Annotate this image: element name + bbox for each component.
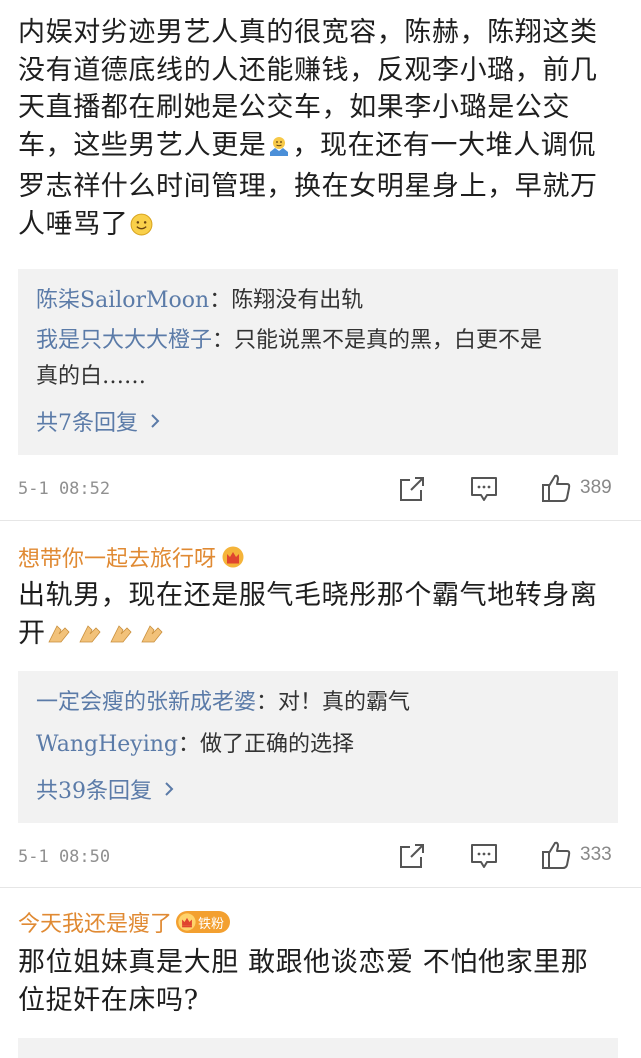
- comment-author[interactable]: 今天我还是瘦了 铁粉: [18, 906, 231, 938]
- comment-text: 内娱对劣迹男艺人真的很宽容，陈赫，陈翔这类 没有道德底线的人还能赚钱，反观李小璐…: [18, 14, 624, 247]
- reply-box[interactable]: [18, 1038, 618, 1058]
- chevron-right-icon: [165, 782, 174, 796]
- fan-badge-label: 铁粉: [198, 916, 225, 932]
- chevron-right-icon: [151, 414, 160, 428]
- reply-username[interactable]: 一定会瘦的张新成老婆: [36, 690, 256, 715]
- comment-time: 5-1 08:52: [18, 479, 111, 499]
- like-button[interactable]: 333: [540, 839, 612, 871]
- reply-username[interactable]: WangHeying: [36, 732, 178, 757]
- more-replies-link[interactable]: 共39条回复: [36, 773, 174, 805]
- comment-text-line: 没有道德底线的人还能赚钱，反观李小璐，前几: [18, 54, 598, 86]
- reply-box[interactable]: 陈柒SailorMoon：陈翔没有出轨 我是只大大大橙子：只能说黑不是真的黑，白…: [18, 269, 618, 455]
- comment-time: 5-1 08:50: [18, 847, 111, 867]
- author-name[interactable]: 想带你一起去旅行呀: [18, 541, 216, 573]
- more-replies-link[interactable]: 共7条回复: [36, 405, 160, 437]
- reply-separator: ：: [209, 288, 232, 313]
- comment-text-line: 位捉奸在床吗?: [18, 984, 199, 1016]
- reply-username[interactable]: 陈柒SailorMoon: [36, 288, 209, 313]
- more-replies-label[interactable]: 共39条回复: [36, 773, 152, 805]
- thumbs-up-icon: [542, 841, 571, 869]
- comment-text: 那位姐妹真是大胆 敢跟他谈恋爱 不怕他家里那 位捉奸在床吗?: [18, 944, 624, 1019]
- share-button[interactable]: [398, 843, 426, 869]
- reply-item[interactable]: 我是只大大大橙子：只能说黑不是真的黑，白更不是真的白……: [36, 323, 602, 395]
- comment-button[interactable]: [470, 476, 498, 502]
- smile-emoji-icon: [129, 210, 154, 248]
- like-count: 333: [580, 844, 612, 865]
- comment-text-line: 内娱对劣迹男艺人真的很宽容，陈赫，陈翔这类: [18, 17, 598, 48]
- reply-text-continued: 真的白……: [36, 364, 147, 389]
- comment-text-line: 人唾骂了: [18, 206, 624, 248]
- comment-text-segment: 开: [18, 617, 46, 649]
- thumbs-up-icon: [542, 474, 571, 502]
- reply-separator: ：: [256, 690, 279, 715]
- like-count: 389: [580, 477, 612, 498]
- comment-card: 想带你一起去旅行呀 出轨男，现在还是服气毛晓彤那个霸气地转身离 开 一定会瘦的张…: [0, 521, 641, 885]
- share-icon: [400, 844, 424, 868]
- comment-card: 今天我还是瘦了 铁粉 那位姐妹真是大胆 敢跟他谈恋爱 不怕他家里那 位捉奸在床吗…: [0, 888, 641, 1058]
- reply-text: 陈翔没有出轨: [231, 288, 364, 313]
- more-replies-label[interactable]: 共7条回复: [36, 405, 138, 437]
- shrug-emoji-icon: [267, 131, 291, 169]
- comment-button[interactable]: [470, 843, 498, 869]
- comment-icon: [471, 477, 497, 501]
- comment-text-segment: ，现在还有一大堆人调侃: [292, 129, 597, 161]
- fan-badge: 铁粉: [176, 911, 231, 933]
- reply-separator: ：: [178, 732, 201, 757]
- reply-box[interactable]: 一定会瘦的张新成老婆：对！真的霸气 WangHeying：做了正确的选择 共39…: [18, 671, 618, 823]
- comment-text-line: 开: [18, 615, 624, 657]
- comment-text-line: 出轨男，现在还是服气毛晓彤那个霸气地转身离: [18, 580, 598, 611]
- comment-text-line: 罗志祥什么时间管理，换在女明星身上，早就万: [18, 171, 598, 202]
- author-name[interactable]: 今天我还是瘦了: [18, 906, 172, 938]
- comment-card: 内娱对劣迹男艺人真的很宽容，陈赫，陈翔这类 没有道德底线的人还能赚钱，反观李小璐…: [0, 0, 641, 520]
- comment-text: 出轨男，现在还是服气毛晓彤那个霸气地转身离 开: [18, 577, 624, 656]
- reply-text: 只能说黑不是真的黑，白更不是: [234, 328, 543, 353]
- comment-text-segment: 车，这些男艺人更是: [18, 129, 267, 161]
- reply-username[interactable]: 我是只大大大橙子: [36, 328, 212, 353]
- comment-text-line: 车，这些男艺人更是 ，现在还有一大堆人调侃: [18, 127, 624, 169]
- reply-item[interactable]: 陈柒SailorMoon：陈翔没有出轨: [36, 283, 602, 319]
- share-icon: [400, 477, 424, 501]
- comment-icon: [471, 844, 497, 868]
- clap-hands-emoji-icon: [47, 619, 171, 657]
- reply-text: 做了正确的选择: [200, 732, 355, 757]
- comment-text-line: 那位姐妹真是大胆 敢跟他谈恋爱 不怕他家里那: [18, 947, 589, 978]
- crown-badge-icon: [178, 913, 196, 931]
- reply-separator: ：: [212, 328, 235, 353]
- reply-text: 对！真的霸气: [278, 690, 411, 715]
- reply-item[interactable]: WangHeying：做了正确的选择: [36, 727, 602, 763]
- share-button[interactable]: [398, 476, 426, 502]
- like-button[interactable]: 389: [540, 472, 612, 504]
- comment-author[interactable]: 想带你一起去旅行呀: [18, 541, 244, 573]
- comment-text-line: 天直播都在刷她是公交车，如果李小璐是公交: [18, 92, 570, 123]
- crown-badge-icon: [222, 546, 244, 568]
- reply-item[interactable]: 一定会瘦的张新成老婆：对！真的霸气: [36, 685, 602, 721]
- comment-text-segment: 人唾骂了: [18, 208, 129, 240]
